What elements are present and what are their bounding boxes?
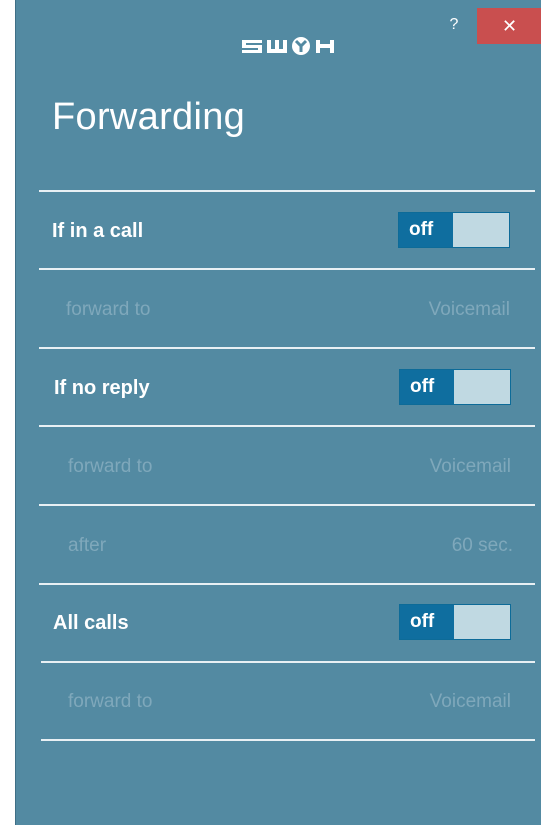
toggle-state: off bbox=[399, 213, 453, 247]
close-icon: ✕ bbox=[501, 15, 518, 36]
if-no-reply-toggle[interactable]: off bbox=[399, 369, 511, 405]
divider bbox=[41, 739, 535, 741]
if-in-a-call-toggle[interactable]: off bbox=[398, 212, 510, 248]
toggle-track bbox=[454, 605, 510, 639]
divider bbox=[39, 190, 535, 192]
all-calls-toggle[interactable]: off bbox=[399, 604, 511, 640]
forward-to-label[interactable]: forward to bbox=[68, 456, 152, 478]
toggle-track bbox=[453, 213, 509, 247]
divider bbox=[39, 425, 535, 427]
after-label[interactable]: after bbox=[68, 535, 106, 557]
close-button[interactable]: ✕ bbox=[477, 8, 541, 44]
divider bbox=[39, 504, 535, 506]
swyx-logo-icon bbox=[240, 32, 350, 60]
section-label-all-calls: All calls bbox=[53, 612, 129, 634]
section-label-if-in-a-call: If in a call bbox=[52, 220, 144, 242]
divider bbox=[39, 583, 535, 585]
forward-to-label[interactable]: forward to bbox=[68, 691, 152, 713]
toggle-state: off bbox=[400, 370, 454, 404]
forward-to-value[interactable]: Voicemail bbox=[397, 456, 511, 478]
toggle-state: off bbox=[400, 605, 454, 639]
section-label-if-no-reply: If no reply bbox=[54, 377, 150, 399]
forward-to-value[interactable]: Voicemail bbox=[397, 691, 511, 713]
forwarding-window: ? ✕ Forwarding If in a call off forward … bbox=[15, 0, 541, 825]
divider bbox=[39, 347, 535, 349]
forward-to-value[interactable]: Voicemail bbox=[396, 299, 510, 321]
help-button[interactable]: ? bbox=[444, 16, 464, 40]
divider bbox=[41, 661, 535, 663]
divider bbox=[39, 268, 535, 270]
page-title: Forwarding bbox=[52, 96, 246, 138]
forward-to-label[interactable]: forward to bbox=[66, 299, 150, 321]
toggle-track bbox=[454, 370, 510, 404]
after-value[interactable]: 60 sec. bbox=[397, 535, 513, 557]
